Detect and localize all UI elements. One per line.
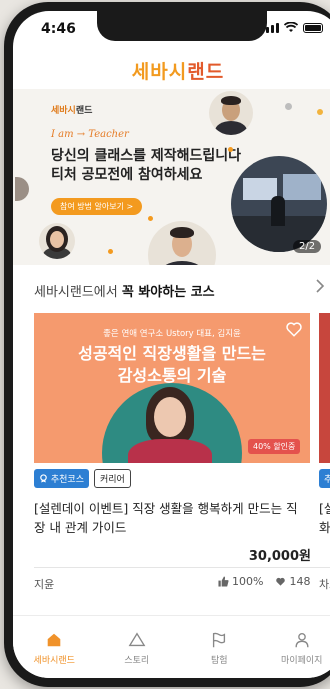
tab-sebasiland[interactable]: 세바시랜드 [13,616,96,678]
battery-icon [303,23,323,33]
like-stat: 100% [218,575,263,588]
notch [97,11,267,41]
thumbnail-title: 성공적인 직장생활을 만드는 감성소통의 기술 [78,344,266,385]
chip-recommended: 추천코스 [34,469,89,488]
triangle-icon [128,632,146,647]
decor-dot [15,177,29,201]
discount-badge: 40% 할인중 [248,439,301,454]
next-course-title[interactable]: [설 화 5 [319,499,330,537]
decor-dot [108,249,113,254]
promo-banner[interactable]: 세바시랜드 I am → Teacher 당신의 클래스를 제작해드립니다 티처… [13,89,330,265]
decor-dot [133,206,139,212]
course-title[interactable]: [설렌데이 이벤트] 직장 생활을 행복하게 만드는 직장 내 관계 가이드 [34,499,308,537]
flag-icon [213,632,226,648]
person-icon [295,633,309,648]
status-icons [261,22,323,33]
app-screen: 4:46 세바시랜드 세바시랜드 I am → Teacher 당신의 클래스를… [13,11,330,678]
decor-dot [148,216,153,221]
decor-dot [228,147,233,152]
course-author: 지윤 [34,578,55,591]
teacher-avatar [39,223,75,259]
heart-icon[interactable] [285,320,303,338]
chip-career: 커리어 [94,469,131,488]
studio-photo [231,156,327,252]
banner-title: 당신의 클래스를 제작해드립니다 티처 공모전에 참여하세요 [51,148,242,183]
wifi-icon [284,22,298,32]
decor-dot [285,103,292,110]
banner-cta-button[interactable]: 참여 방법 알아보기 > [51,198,143,215]
tab-story[interactable]: 스토리 [96,616,179,678]
tab-explore[interactable]: 탐험 [178,616,261,678]
heart-stat: 148 [275,575,310,588]
status-time: 4:46 [41,21,76,37]
next-course-thumbnail[interactable] [319,313,330,463]
banner-tagline: I am → Teacher [51,129,129,140]
phone-frame: 4:46 세바시랜드 세바시랜드 I am → Teacher 당신의 클래스를… [4,2,330,687]
next-course-chip: 추 [319,469,330,488]
heart-filled-icon [276,577,286,586]
tab-mypage[interactable]: 마이페이지 [261,616,330,678]
course-price: 30,000원 [248,549,311,564]
teacher-avatar [209,91,253,135]
section-title: 세바시랜드에서 꼭 봐야하는 코스 [34,285,215,300]
banner-brand: 세바시랜드 [51,106,93,116]
instructor-photo [128,387,212,463]
next-course-author: 차오 [319,578,330,591]
divider [34,567,330,568]
home-icon [47,633,61,647]
app-logo[interactable]: 세바시랜드 [13,57,330,84]
course-thumbnail[interactable]: 좋은 연애 연구소 Ustory 대표, 김지윤 성공적인 직장생활을 만드는 … [34,313,310,463]
bottom-tab-bar: 세바시랜드 스토리 탐험 마이페이지 [13,615,330,678]
decor-dot [317,109,323,115]
thumbnail-subtitle: 좋은 연애 연구소 Ustory 대표, 김지윤 [103,329,241,339]
course-chips: 추천코스 커리어 [34,469,131,488]
banner-pager: 2/2 [293,240,322,253]
course-stats: 100% 148 [218,575,310,588]
chevron-right-icon[interactable] [315,279,325,297]
teacher-avatar [148,221,216,265]
medal-icon [40,474,47,483]
thumbs-up-icon [218,576,229,587]
